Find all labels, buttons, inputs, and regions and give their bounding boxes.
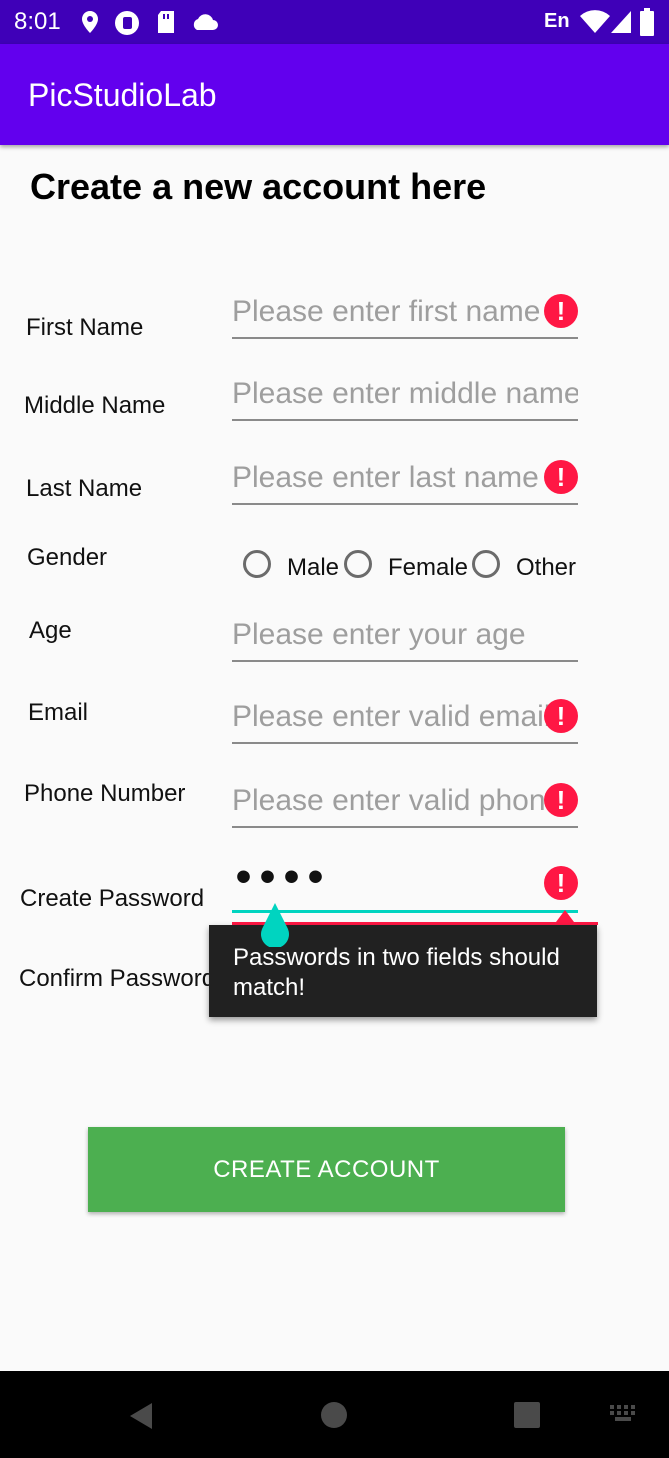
email-error-icon[interactable]: ! [544,699,578,733]
sd-card-icon [158,11,174,33]
radio-male-label[interactable]: Male [287,554,339,582]
first-name-placeholder: Please enter first name [232,295,541,328]
first-name-error-icon[interactable]: ! [544,294,578,328]
first-name-label: First Name [26,314,144,341]
recents-icon[interactable] [514,1402,540,1428]
radio-female[interactable] [344,550,372,578]
wifi-icon [580,10,610,33]
password-value: •••• [232,858,329,899]
tooltip-caret [556,910,574,922]
gender-label: Gender [27,544,108,571]
page-title: Create a new account here [30,166,487,207]
middle-name-input[interactable]: Please enter middle name [232,375,578,421]
age-label: Age [29,617,72,644]
create-account-button[interactable]: CREATE ACCOUNT [88,1127,565,1212]
phone-placeholder: Please enter valid phone [232,784,563,817]
age-input[interactable]: Please enter your age [232,616,578,662]
screen-record-icon [115,11,139,35]
radio-other[interactable] [472,550,500,578]
last-name-input[interactable]: Please enter last name [232,459,578,505]
keyboard-language: En [544,10,570,32]
radio-male[interactable] [243,550,271,578]
middle-name-placeholder: Please enter middle name [232,377,578,410]
error-tooltip-text: Passwords in two fields should match! [233,944,560,1001]
phone-input[interactable]: Please enter valid phone [232,782,578,828]
location-icon [82,11,98,33]
create-password-label: Create Password [20,885,205,912]
back-icon[interactable] [128,1401,154,1431]
navigation-bar [0,1371,669,1458]
confirm-password-label: Confirm Password [19,965,216,992]
first-name-input[interactable]: Please enter first name [232,293,578,339]
age-placeholder: Please enter your age [232,618,526,651]
last-name-placeholder: Please enter last name [232,461,539,494]
radio-female-label[interactable]: Female [388,554,468,582]
last-name-error-icon[interactable]: ! [544,460,578,494]
email-label: Email [28,699,89,726]
phone-label: Phone Number [24,780,186,807]
email-placeholder: Please enter valid email [232,700,551,733]
signal-icon [611,11,631,33]
app-bar: PicStudioLab [0,44,669,145]
text-cursor-handle-icon[interactable] [258,903,292,947]
middle-name-label: Middle Name [24,392,166,419]
home-icon[interactable] [320,1401,348,1429]
radio-other-label[interactable]: Other [516,554,576,582]
status-bar: 8:01 En [0,0,669,44]
clock-time: 8:01 [14,8,61,35]
app-title: PicStudioLab [28,77,217,113]
create-password-error-icon[interactable]: ! [544,866,578,900]
phone-error-icon[interactable]: ! [544,783,578,817]
last-name-label: Last Name [26,475,143,502]
keyboard-icon[interactable] [610,1405,636,1423]
battery-icon [640,8,654,36]
email-input[interactable]: Please enter valid email [232,698,578,744]
cloud-icon [193,14,218,30]
